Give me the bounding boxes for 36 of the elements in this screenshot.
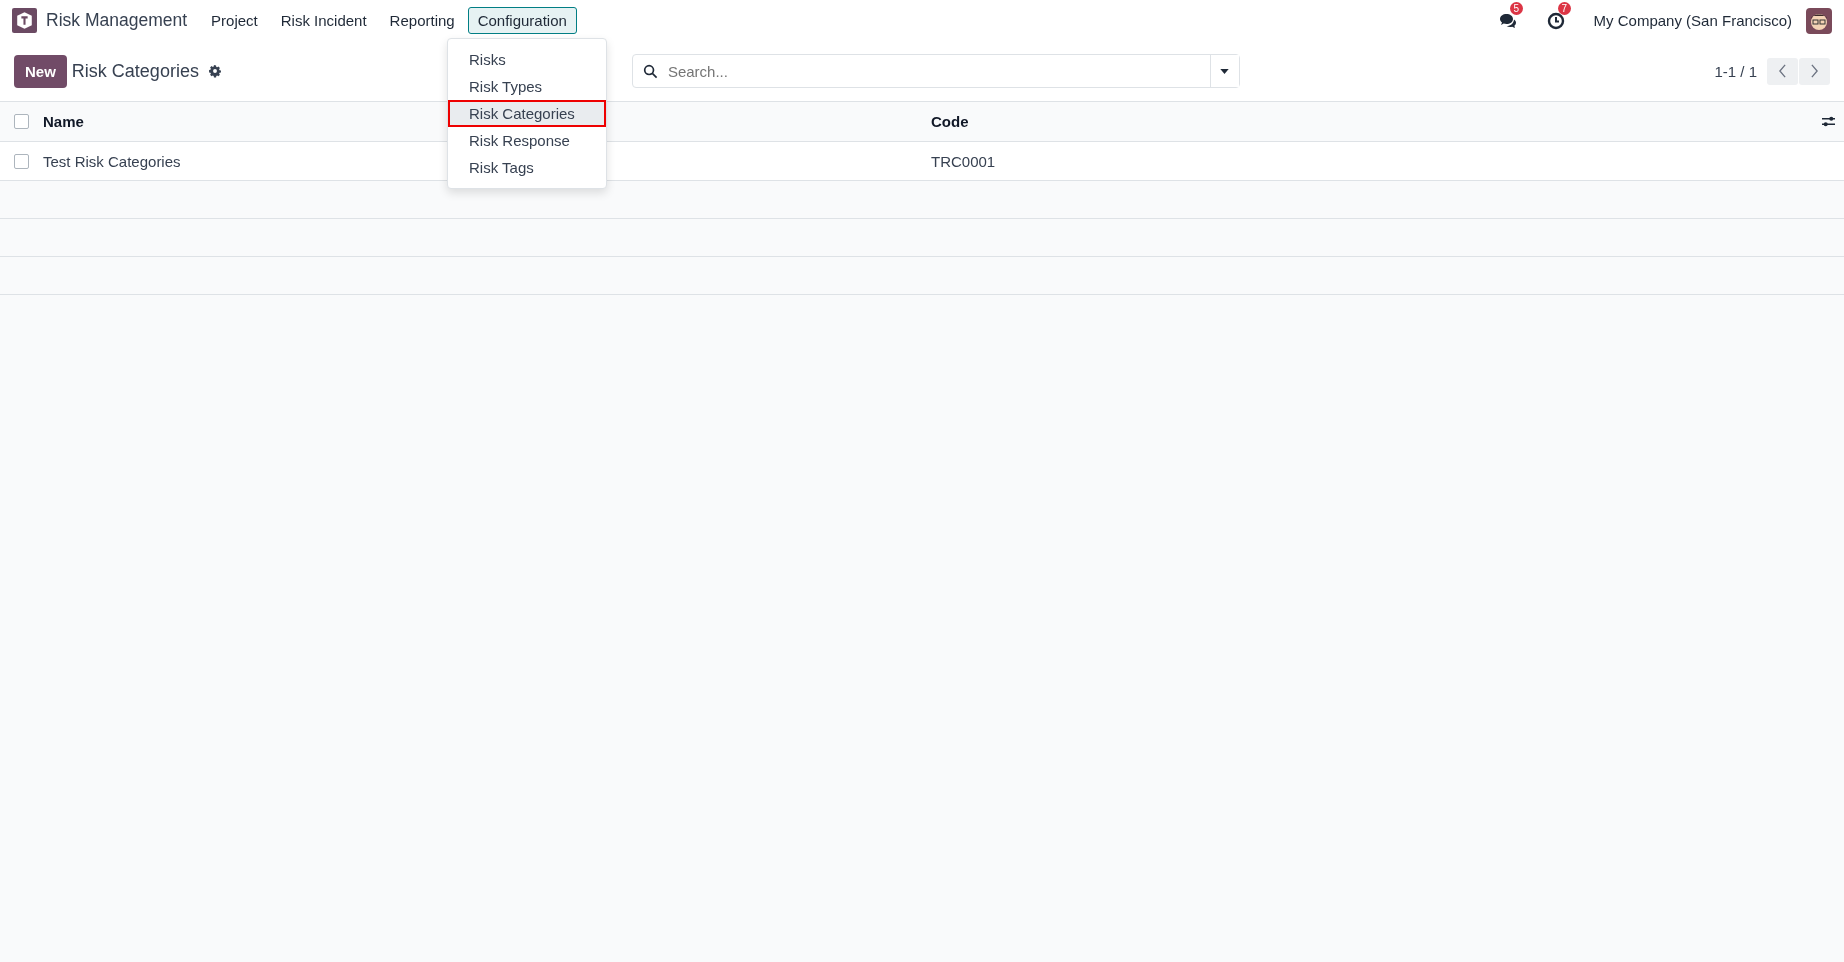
app-logo-icon[interactable] [12,8,37,33]
app-name[interactable]: Risk Management [46,10,188,31]
dropdown-menu-item[interactable]: Risk Types [448,73,606,100]
next-page-button[interactable] [1799,57,1830,85]
dropdown-menu-item[interactable]: Risk Response [448,127,606,154]
dropdown-menu-item[interactable]: Risk Tags [448,154,606,181]
pager-value[interactable]: 1-1 / 1 [1714,62,1757,80]
activity-count-badge: 7 [1557,1,1572,15]
breadcrumb-title: Risk Categories [71,60,199,82]
search-bar[interactable]: Search... [631,54,1240,88]
dropdown-menu-item[interactable]: Risks [448,46,606,73]
table-cell[interactable]: TRC0001 [931,152,996,170]
previous-page-button[interactable] [1767,57,1798,85]
column-header[interactable]: Code [931,113,969,130]
settings-icon[interactable] [207,64,222,78]
clock-icon[interactable] [1545,10,1566,31]
select-all-checkbox[interactable] [14,114,29,129]
column-header[interactable]: Name [43,113,84,130]
dropdown-menu-item[interactable]: Risk Categories [448,100,606,127]
nav-menu-item[interactable]: Project [201,7,268,34]
nav-menu-item[interactable]: Configuration [467,7,577,34]
search-options-toggle[interactable] [1209,55,1239,87]
row-checkbox[interactable] [14,153,29,169]
chevron-left-icon [1778,64,1787,78]
message-count-badge: 5 [1509,1,1524,15]
chevron-right-icon [1810,64,1819,78]
search-icon [642,63,658,79]
caret-icon [1220,68,1230,74]
nav-menu-item[interactable]: Risk Incident [270,7,377,34]
nav-menu-item[interactable]: Reporting [379,7,465,34]
company-switcher[interactable]: My Company (San Francisco) [1593,12,1792,29]
new-button[interactable]: New [14,54,67,88]
search-field[interactable]: Search... [665,61,1210,81]
column-options-icon[interactable] [1821,115,1836,128]
user-avatar-icon[interactable] [1806,7,1832,34]
table-cell[interactable]: Test Risk Categories [43,152,181,170]
